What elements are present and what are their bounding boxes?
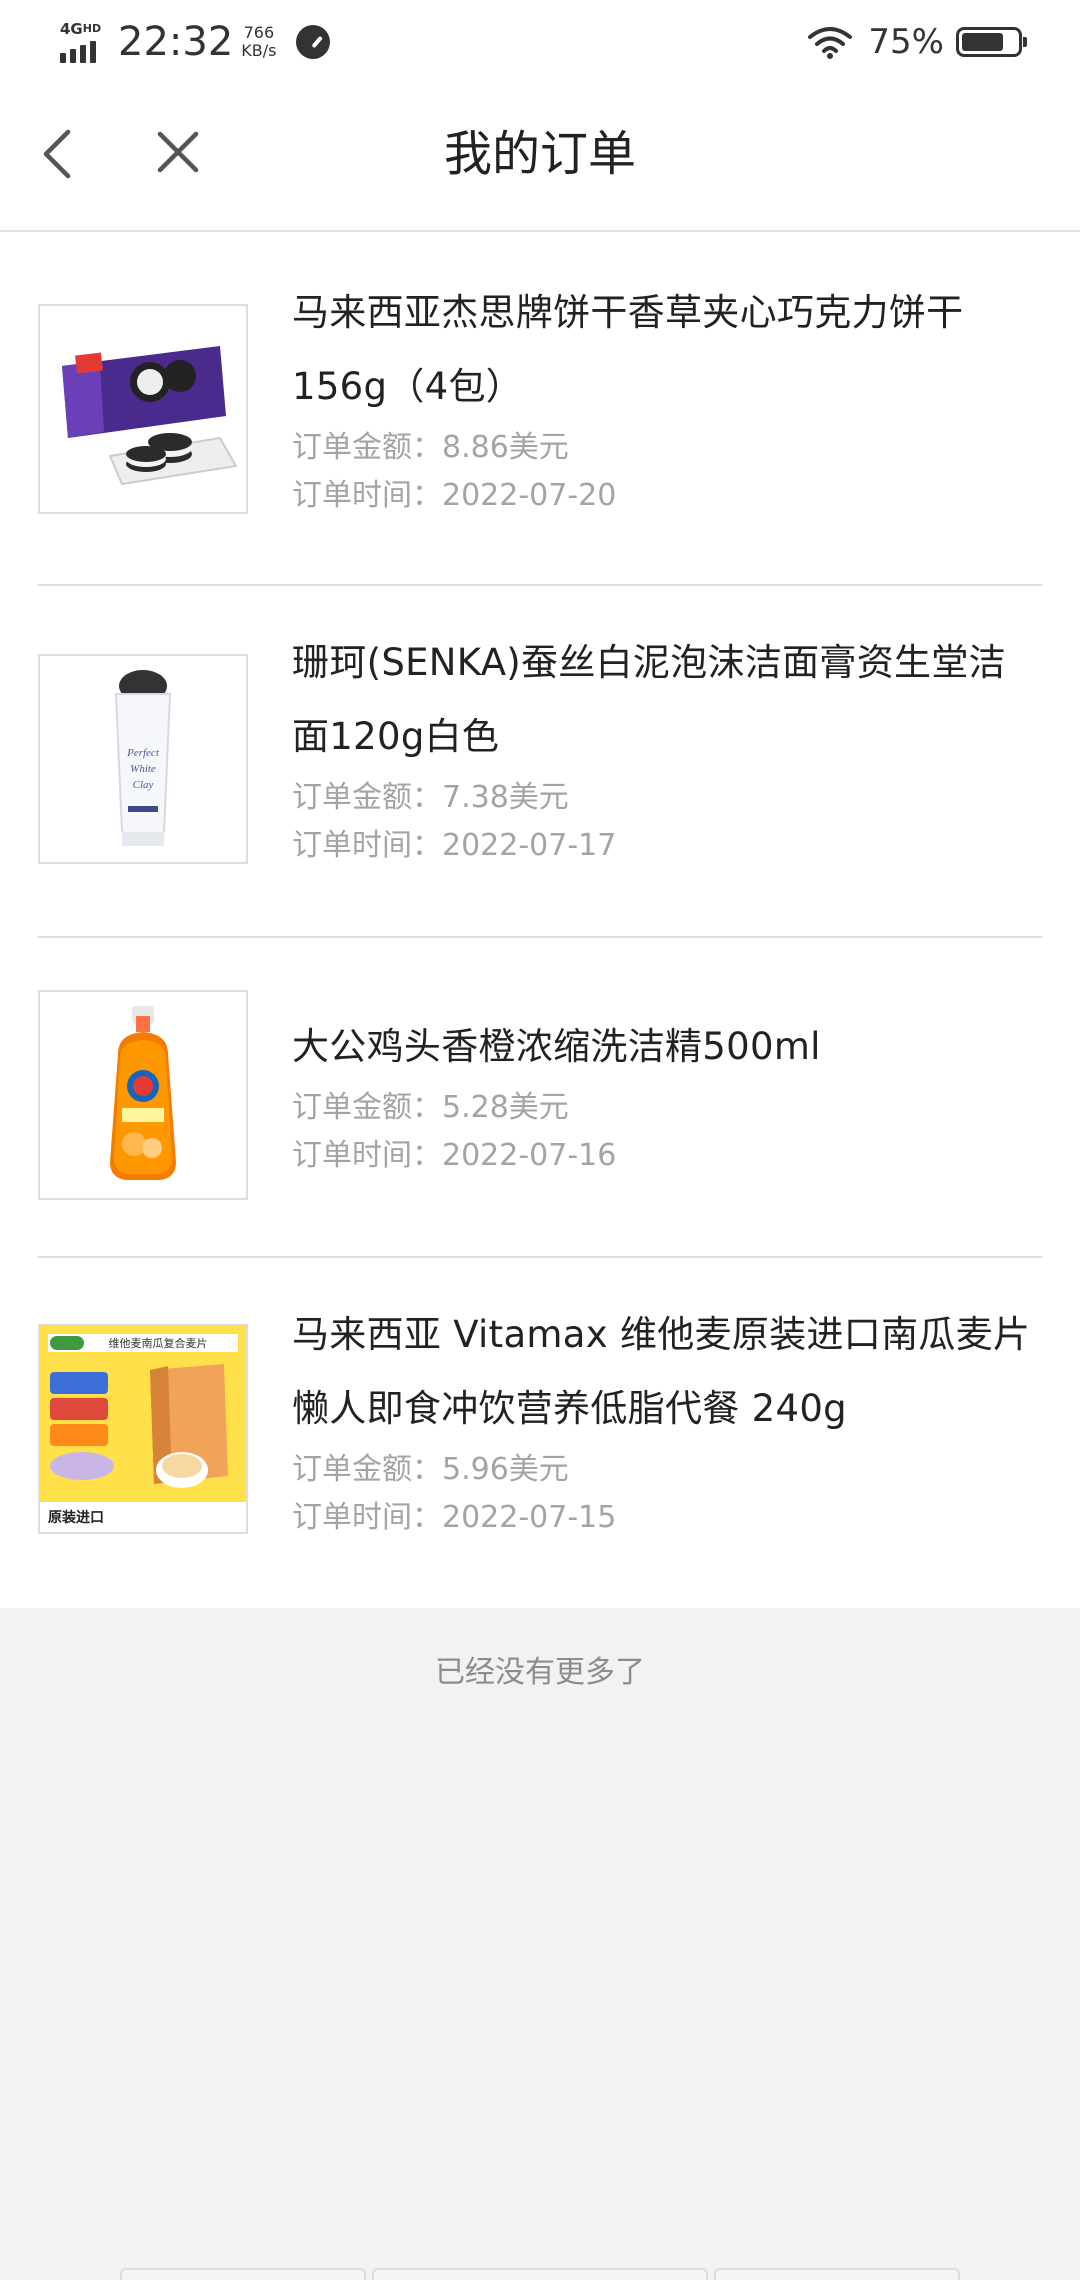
order-time: 订单时间：2022-07-15 xyxy=(292,1500,617,1535)
clock: 22:32 xyxy=(118,19,234,65)
cleanser-tube-image: Perfect White Clay xyxy=(38,654,248,864)
status-left: 4GHD 22:32 766 KB/s xyxy=(60,14,331,70)
order-info: 大公鸡头香橙浓缩洗洁精500ml 订单金额：5.28美元 订单时间：2022-0… xyxy=(292,1010,1042,1180)
product-name: 马来西亚 Vitamax 维他麦原装进口南瓜麦片懒人即食冲饮营养低脂代餐 240… xyxy=(292,1313,1031,1430)
cookie-pack-graphic xyxy=(40,306,246,512)
order-item[interactable]: 维他麦南瓜复合麦片 原装进口 马来西亚 Vitamax 维他麦原装进口南瓜麦片懒… xyxy=(0,1258,1080,1608)
cleanser-tube-graphic: Perfect White Clay xyxy=(40,656,246,862)
order-item-body: 马来西亚杰思牌饼干香草夹心巧克力饼干156g（4包） 订单金额：8.86美元 订… xyxy=(38,232,1042,586)
order-item-body: Perfect White Clay 珊珂(SENKA)蚕丝白泥泡沫洁面膏资生堂… xyxy=(38,586,1042,938)
page-title: 我的订单 xyxy=(443,126,636,182)
cereal-box-graphic: 维他麦南瓜复合麦片 原装进口 xyxy=(40,1326,246,1532)
battery-icon xyxy=(956,27,1027,57)
toolbar-tab-edge xyxy=(372,2268,708,2280)
product-name: 大公鸡头香橙浓缩洗洁精500ml xyxy=(292,1025,821,1068)
status-right: 75% xyxy=(808,14,1027,70)
order-item[interactable]: 马来西亚杰思牌饼干香草夹心巧克力饼干156g（4包） 订单金额：8.86美元 订… xyxy=(0,232,1080,586)
order-info: 珊珂(SENKA)蚕丝白泥泡沫洁面膏资生堂洁面120g白色 订单金额：7.38美… xyxy=(292,626,1042,870)
wifi-icon xyxy=(808,27,853,59)
nav-bar: 我的订单 xyxy=(0,84,1080,232)
order-time: 订单时间：2022-07-16 xyxy=(292,1138,617,1173)
product-name: 珊珂(SENKA)蚕丝白泥泡沫洁面膏资生堂洁面120g白色 xyxy=(292,641,1006,758)
order-item[interactable]: Perfect White Clay 珊珂(SENKA)蚕丝白泥泡沫洁面膏资生堂… xyxy=(0,586,1080,938)
signal-bar xyxy=(70,49,76,63)
cereal-box-caption: 维他麦南瓜复合麦片 xyxy=(109,1336,208,1350)
order-info: 马来西亚杰思牌饼干香草夹心巧克力饼干156g（4包） 订单金额：8.86美元 订… xyxy=(292,276,1042,520)
detergent-bottle-image xyxy=(38,990,248,1200)
network-speed: 766 KB/s xyxy=(241,24,276,60)
order-item[interactable]: 大公鸡头香橙浓缩洗洁精500ml 订单金额：5.28美元 订单时间：2022-0… xyxy=(0,938,1080,1258)
bottom-toolbar-edge xyxy=(0,2268,1080,2280)
order-amount: 订单金额：5.96美元 xyxy=(292,1452,569,1487)
battery-fill xyxy=(962,33,1003,51)
svg-text:Clay: Clay xyxy=(133,779,154,791)
order-list: 马来西亚杰思牌饼干香草夹心巧克力饼干156g（4包） 订单金额：8.86美元 订… xyxy=(0,232,1080,1608)
network-type-label: 4G xyxy=(60,20,83,38)
cereal-box-badge: 原装进口 xyxy=(48,1509,104,1526)
signal-icon: 4GHD xyxy=(60,21,106,63)
network-sub-label: HD xyxy=(82,22,102,35)
order-amount: 订单金额：8.86美元 xyxy=(292,430,569,465)
toolbar-tab-edge xyxy=(714,2268,960,2280)
network-speed-unit: KB/s xyxy=(241,41,277,60)
order-time: 订单时间：2022-07-20 xyxy=(292,478,617,513)
speedometer-icon xyxy=(296,25,331,59)
signal-bar xyxy=(90,41,96,63)
signal-bar xyxy=(60,53,66,63)
cookie-pack-image xyxy=(38,304,248,514)
status-bar: 4GHD 22:32 766 KB/s 75% xyxy=(0,0,1080,84)
order-info: 马来西亚 Vitamax 维他麦原装进口南瓜麦片懒人即食冲饮营养低脂代餐 240… xyxy=(292,1298,1042,1542)
cereal-box-image: 维他麦南瓜复合麦片 原装进口 xyxy=(38,1324,248,1534)
network-speed-value: 766 xyxy=(243,23,275,42)
network-type: 4GHD xyxy=(60,21,101,37)
svg-text:White: White xyxy=(130,763,156,775)
battery-percent: 75% xyxy=(868,22,944,62)
order-item-body: 维他麦南瓜复合麦片 原装进口 马来西亚 Vitamax 维他麦原装进口南瓜麦片懒… xyxy=(38,1258,1042,1608)
order-amount: 订单金额：5.28美元 xyxy=(292,1090,569,1125)
order-time: 订单时间：2022-07-17 xyxy=(292,828,617,863)
signal-bar xyxy=(80,45,86,63)
order-item-body: 大公鸡头香橙浓缩洗洁精500ml 订单金额：5.28美元 订单时间：2022-0… xyxy=(38,938,1042,1258)
product-name: 马来西亚杰思牌饼干香草夹心巧克力饼干156g（4包） xyxy=(292,291,964,408)
toolbar-tab-edge xyxy=(120,2268,366,2280)
detergent-bottle-graphic xyxy=(40,992,246,1198)
svg-text:Perfect: Perfect xyxy=(126,747,160,759)
end-of-list-note: 已经没有更多了 xyxy=(435,1655,645,1690)
order-amount: 订单金额：7.38美元 xyxy=(292,780,569,815)
